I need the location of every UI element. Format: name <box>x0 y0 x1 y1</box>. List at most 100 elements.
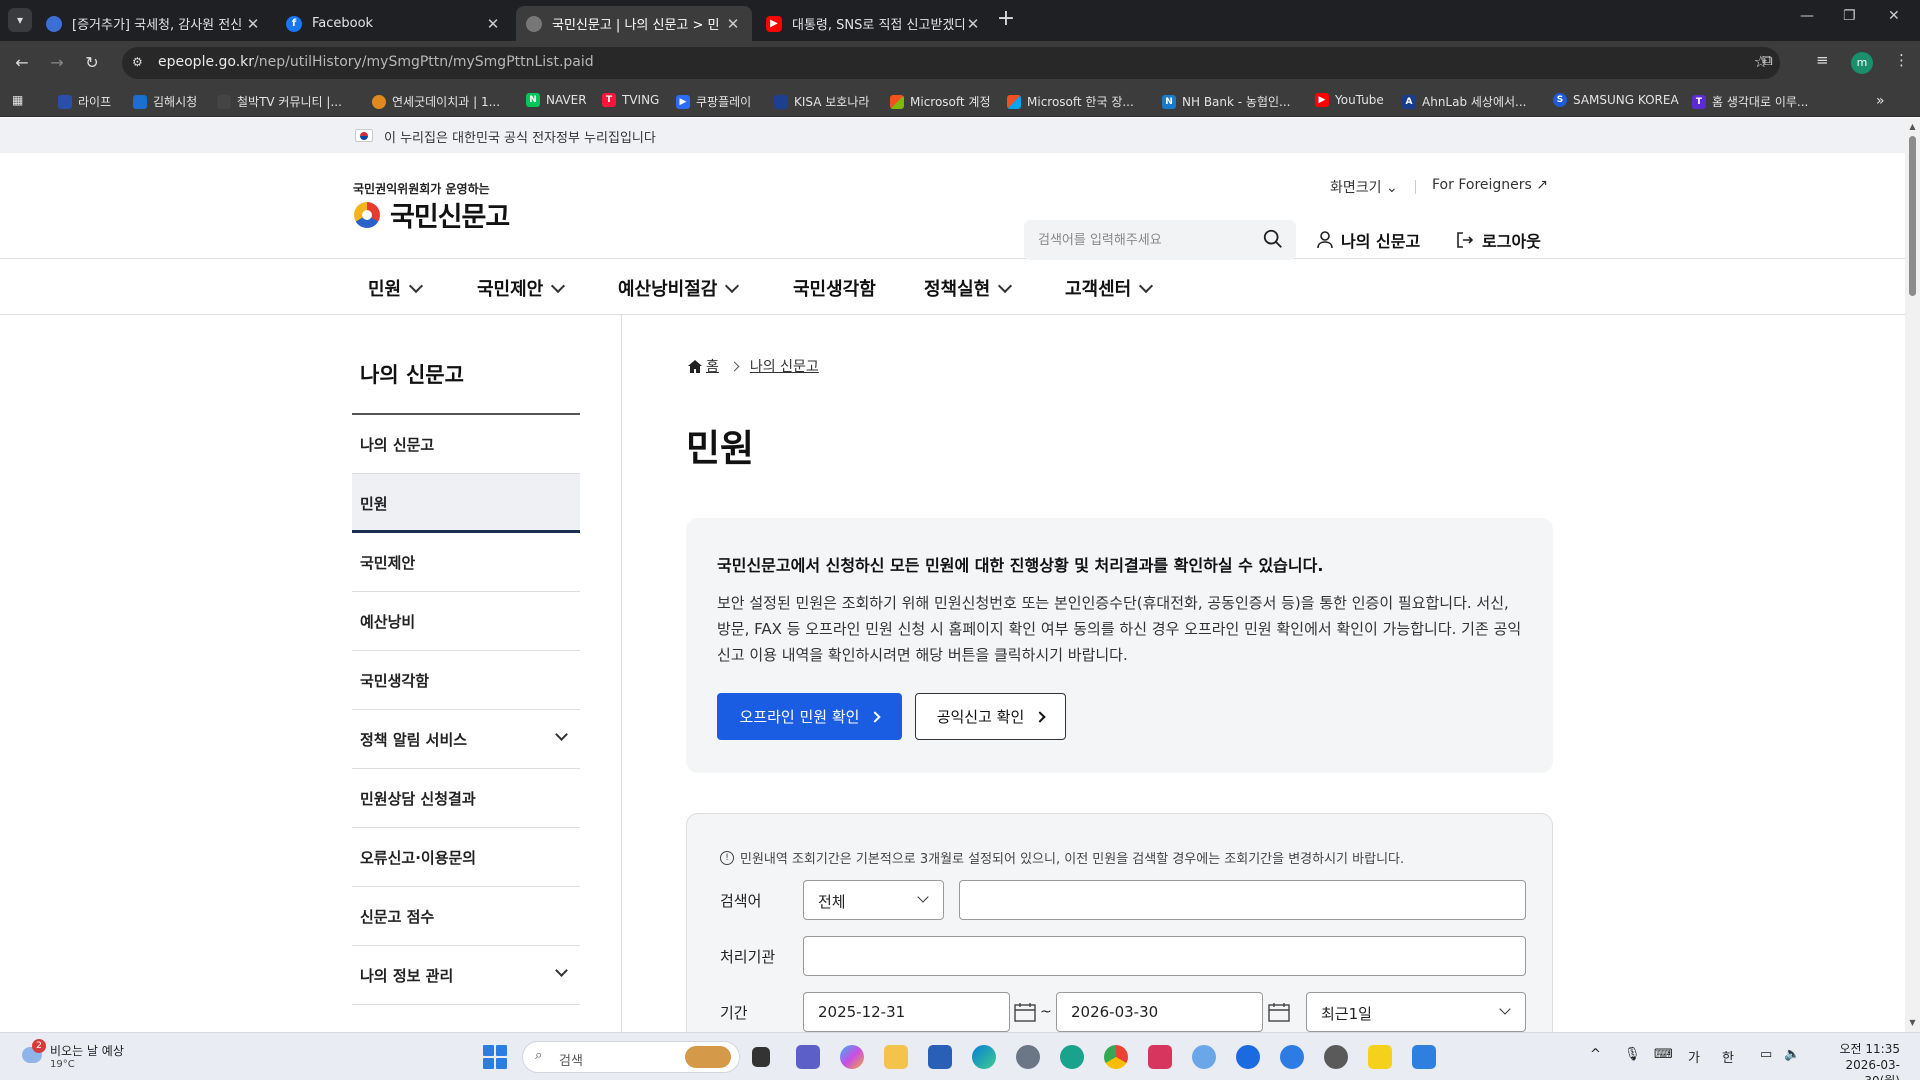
sidebar-item-my[interactable]: 나의 신문고 <box>352 415 580 474</box>
restore-icon[interactable]: ❐ <box>1843 8 1856 24</box>
close-tab-icon[interactable]: ✕ <box>244 15 262 33</box>
bookmark-item[interactable]: Microsoft 계정 <box>890 93 991 110</box>
date-from-input[interactable]: 2025-12-31 <box>803 992 1010 1032</box>
sidebar-item-error-report[interactable]: 오류신고·이용문의 <box>352 828 580 887</box>
gov-banner-text[interactable]: 이 누리집은 대한민국 공식 전자정부 누리집입니다 <box>384 127 656 146</box>
gnb-item-policy[interactable]: 정책실현 <box>924 275 1013 301</box>
browser-app-icon[interactable] <box>1236 1045 1260 1069</box>
scrollbar-thumb[interactable] <box>1909 136 1916 296</box>
font-size-menu[interactable]: 화면크기 ⌄ <box>1330 177 1398 197</box>
more-bookmarks-icon[interactable]: » <box>1876 93 1885 109</box>
edge-icon[interactable] <box>972 1045 996 1069</box>
clock-app-icon[interactable] <box>1324 1045 1348 1069</box>
sidebar-item-consult-result[interactable]: 민원상담 신청결과 <box>352 769 580 828</box>
offline-minwon-button[interactable]: 오프라인 민원 확인 <box>717 693 902 740</box>
back-icon[interactable]: ← <box>10 51 34 75</box>
edge-dev-icon[interactable] <box>1060 1045 1084 1069</box>
site-logo[interactable]: 국민신문고 <box>352 195 510 234</box>
gnb-item-minwon[interactable]: 민원 <box>368 275 424 301</box>
sidebar-item-minwon-active[interactable]: 민원 <box>352 474 580 533</box>
bookmark-item[interactable]: Microsoft 한국 장... <box>1007 93 1134 110</box>
site-info-icon[interactable]: ⚙ <box>132 55 148 71</box>
bookmark-item[interactable]: A AhnLab 세상에서... <box>1402 93 1527 110</box>
keyboard-icon[interactable]: ⌨ <box>1654 1047 1673 1062</box>
sidebar-item-proposal[interactable]: 국민제안 <box>352 533 580 592</box>
snipping-tool-icon[interactable] <box>1148 1045 1172 1069</box>
reload-icon[interactable]: ↻ <box>80 51 104 75</box>
media-control-icon[interactable]: ≡ <box>1816 51 1829 69</box>
minimize-icon[interactable]: — <box>1800 8 1814 24</box>
forward-icon[interactable]: → <box>45 51 69 75</box>
close-tab-icon[interactable]: ✕ <box>964 15 982 33</box>
search-icon[interactable] <box>1262 228 1284 250</box>
keyword-input[interactable] <box>959 880 1526 920</box>
microphone-icon[interactable]: 🎙 <box>1624 1047 1641 1062</box>
sidebar-item-policy-alert[interactable]: 정책 알림 서비스 <box>352 710 580 769</box>
sticky-notes-icon[interactable] <box>1368 1045 1392 1069</box>
bookmark-item[interactable]: 연세굿데이치과 | 1... <box>372 93 500 110</box>
gnb-item-support[interactable]: 고객센터 <box>1065 275 1154 301</box>
weather-app-icon[interactable] <box>1192 1045 1216 1069</box>
public-report-button[interactable]: 공익신고 확인 <box>915 693 1066 740</box>
my-sinmungo-link[interactable]: 나의 신문고 <box>1317 228 1420 252</box>
calendar-icon[interactable] <box>1268 1002 1290 1022</box>
task-view-icon[interactable] <box>752 1047 770 1067</box>
tab-search-button[interactable]: ▾ <box>8 8 32 32</box>
for-foreigners-link[interactable]: For Foreigners ↗ <box>1432 177 1548 193</box>
calendar-icon[interactable] <box>1014 1002 1036 1022</box>
period-select[interactable]: 최근1일 <box>1306 992 1526 1032</box>
browser-tab-1[interactable]: [증거추가] 국세청, 감사원 전신 ✕ <box>36 6 272 41</box>
tray-overflow-icon[interactable]: ^ <box>1590 1047 1601 1062</box>
sidebar-item-thinking[interactable]: 국민생각함 <box>352 651 580 710</box>
ime-mode-han[interactable]: 한 <box>1722 1047 1734 1066</box>
new-tab-button[interactable]: + <box>994 8 1018 32</box>
gnb-item-thinking[interactable]: 국민생각함 <box>793 275 876 301</box>
scroll-down-icon[interactable]: ▼ <box>1908 1018 1917 1027</box>
bookmark-item[interactable]: T TVING <box>602 93 659 107</box>
date-to-input[interactable]: 2026-03-30 <box>1056 992 1263 1032</box>
url-text[interactable]: epeople.go.kr/nep/utilHistory/mySmgPttn/… <box>158 54 594 70</box>
ime-mode-ga[interactable]: 가 <box>1688 1047 1700 1066</box>
settings-icon[interactable] <box>1016 1045 1040 1069</box>
bookmark-item[interactable]: 철박TV 커뮤니티 |... <box>217 93 342 110</box>
breadcrumb-home[interactable]: 홈 <box>706 356 719 376</box>
browser-tab-3-active[interactable]: 국민신문고 | 나의 신문고 > 민 ✕ <box>516 6 752 41</box>
page-scrollbar[interactable]: ▲ ▼ <box>1905 118 1920 1032</box>
gnb-item-proposal[interactable]: 국민제안 <box>477 275 566 301</box>
copilot-icon[interactable] <box>840 1045 864 1069</box>
taskbar-search[interactable]: ⌕ 검색 <box>522 1041 740 1073</box>
profile-avatar[interactable]: m <box>1851 52 1873 74</box>
bookmark-item[interactable]: N NH Bank - 농협인... <box>1162 93 1290 110</box>
extensions-icon[interactable]: ⧉ <box>1762 51 1773 69</box>
browser-tab-4[interactable]: ▶ 대통령, SNS로 직접 신고받겠다 ✕ <box>756 6 992 41</box>
bookmark-item[interactable]: T 홈 생각대로 이루... <box>1692 93 1808 110</box>
system-clock[interactable]: 오전 11:35 2026-03-30(월) <box>1820 1041 1900 1080</box>
sidebar-item-budget[interactable]: 예산낭비 <box>352 592 580 651</box>
scroll-up-icon[interactable]: ▲ <box>1908 122 1917 131</box>
bookmark-item[interactable]: ▶ YouTube <box>1315 93 1384 107</box>
apps-grid-icon[interactable]: ▦ <box>12 93 23 107</box>
bookmark-item[interactable]: S SAMSUNG KOREA <box>1553 93 1679 107</box>
bookmark-item[interactable]: ▶ 쿠팡플레이 <box>676 93 751 110</box>
sidebar-item-my-info[interactable]: 나의 정보 관리 <box>352 946 580 1005</box>
file-explorer-icon[interactable] <box>884 1045 908 1069</box>
bookmark-item[interactable]: 김해시청 <box>133 93 197 110</box>
network-icon[interactable]: ▭ <box>1760 1047 1772 1062</box>
close-window-icon[interactable]: ✕ <box>1888 8 1900 24</box>
bookmark-item[interactable]: N NAVER <box>526 93 587 107</box>
sidebar-item-score[interactable]: 신문고 점수 <box>352 887 580 946</box>
address-bar[interactable]: ⚙ epeople.go.kr/nep/utilHistory/mySmgPtt… <box>122 47 1780 79</box>
gnb-item-budget[interactable]: 예산낭비절감 <box>618 275 740 301</box>
bookmark-item[interactable]: KISA 보호나라 <box>774 93 869 110</box>
close-tab-icon[interactable]: ✕ <box>484 15 502 33</box>
breadcrumb-current[interactable]: 나의 신문고 <box>750 356 819 376</box>
logout-link[interactable]: 로그아웃 <box>1456 228 1541 252</box>
calendar-app-icon[interactable] <box>1412 1045 1436 1069</box>
sync-app-icon[interactable] <box>1280 1045 1304 1069</box>
teams-icon[interactable] <box>796 1045 820 1069</box>
more-menu-icon[interactable]: ⋮ <box>1894 51 1909 69</box>
store-icon[interactable] <box>928 1045 952 1069</box>
start-button[interactable] <box>483 1045 507 1069</box>
chrome-icon[interactable] <box>1104 1045 1128 1069</box>
browser-tab-2[interactable]: f Facebook ✕ <box>276 6 512 41</box>
